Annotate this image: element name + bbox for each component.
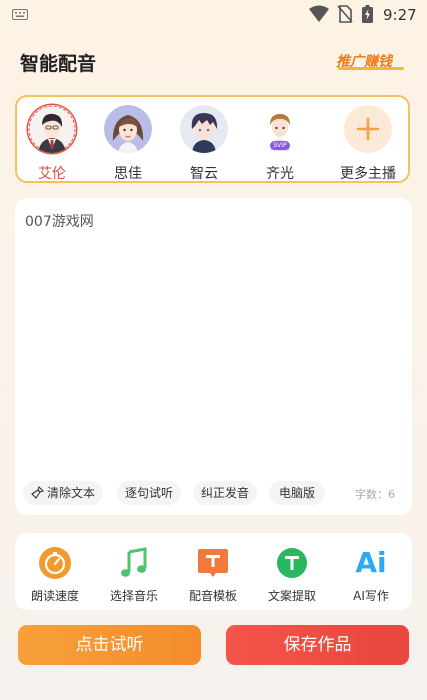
voice-item-sijia[interactable]: 思佳 — [98, 105, 158, 182]
fix-pronunciation-label: 纠正发音 — [200, 486, 249, 500]
plus-icon — [356, 117, 380, 141]
feature-label-template: 配音模板 — [188, 589, 237, 603]
status-bar: 9:27 — [0, 0, 427, 30]
listen-button[interactable]: 点击试听 — [18, 625, 201, 665]
voice-item-zhiyun[interactable]: 智云 — [174, 105, 234, 182]
feature-choose-music[interactable]: 选择音乐 — [99, 546, 169, 604]
avatar-sijia — [104, 105, 152, 153]
voice-selector: 艾伦 思佳 智云 SVIP 齐光 更多主播 — [15, 95, 410, 183]
no-sim-icon — [337, 5, 353, 23]
promo-underline — [338, 67, 404, 70]
keyboard-icon — [12, 9, 28, 20]
avatar-qiguang: SVIP — [256, 105, 304, 153]
status-time: 9:27 — [383, 6, 417, 24]
promo-earn-link[interactable]: 推广赚钱 — [336, 50, 405, 72]
text-extract-icon — [275, 546, 309, 580]
feature-bar: 朗读速度 选择音乐 配音模板 文案提取 Ai AI写作 — [15, 533, 412, 610]
music-icon — [117, 546, 151, 580]
editor-content[interactable]: 007游戏网 — [25, 211, 94, 231]
ai-icon-text: Ai — [355, 546, 387, 579]
feature-label-extract: 文案提取 — [267, 589, 316, 603]
template-icon — [196, 546, 230, 580]
feature-label-speed: 朗读速度 — [30, 589, 79, 603]
sentence-preview-label: 逐句试听 — [124, 486, 173, 500]
avatar-ailun — [28, 105, 76, 153]
word-count: 字数：6 — [355, 488, 395, 501]
voice-name-ailun: 艾伦 — [38, 166, 66, 182]
avatar-zhiyun — [180, 105, 228, 153]
voice-item-ailun[interactable]: 艾伦 — [22, 105, 82, 182]
save-work-button[interactable]: 保存作品 — [226, 625, 409, 665]
avatar-zhiyun-image — [180, 105, 228, 153]
voice-name-more: 更多主播 — [340, 166, 396, 182]
feature-label-music: 选择音乐 — [109, 589, 158, 603]
listen-label: 点击试听 — [75, 635, 144, 655]
sentence-preview-button[interactable]: 逐句试听 — [117, 481, 181, 505]
fix-pronunciation-button[interactable]: 纠正发音 — [193, 481, 257, 505]
voice-item-qiguang[interactable]: SVIP 齐光 — [250, 105, 310, 182]
feature-ai-writing[interactable]: Ai AI写作 — [336, 546, 406, 604]
feature-text-extract[interactable]: 文案提取 — [257, 546, 327, 604]
clear-text-button[interactable]: 清除文本 — [23, 481, 103, 505]
voice-name-sijia: 思佳 — [114, 166, 142, 182]
ai-icon: Ai — [354, 546, 388, 580]
voice-item-more[interactable]: 更多主播 — [330, 105, 406, 182]
text-editor[interactable]: 007游戏网 清除文本 逐句试听 纠正发音 电脑版 字数：6 — [15, 198, 412, 515]
speed-icon — [38, 546, 72, 580]
voice-name-zhiyun: 智云 — [190, 166, 218, 182]
more-voices-button[interactable] — [344, 105, 392, 153]
pc-version-button[interactable]: 电脑版 — [269, 481, 325, 505]
pc-version-label: 电脑版 — [278, 486, 315, 500]
feature-label-ai: AI写作 — [353, 589, 389, 603]
voice-name-qiguang: 齐光 — [266, 166, 294, 182]
page-title: 智能配音 — [20, 53, 97, 75]
avatar-sijia-image — [104, 105, 152, 153]
battery-charging-icon — [362, 5, 373, 23]
broom-icon — [31, 486, 44, 499]
wifi-icon — [309, 5, 329, 22]
avatar-ailun-image — [28, 105, 76, 153]
feature-reading-speed[interactable]: 朗读速度 — [20, 546, 90, 604]
svip-badge: SVIP — [273, 142, 287, 149]
save-label: 保存作品 — [283, 635, 352, 655]
feature-dubbing-template[interactable]: 配音模板 — [178, 546, 248, 604]
